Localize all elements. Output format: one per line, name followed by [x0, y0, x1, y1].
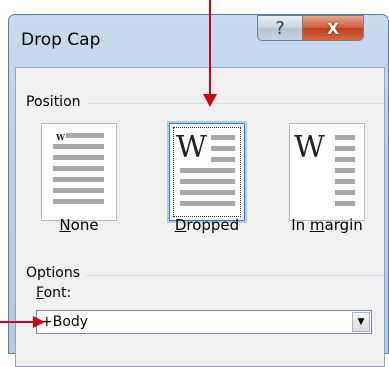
label-mnemonic: m	[309, 216, 325, 234]
label-mnemonic: N	[59, 216, 71, 234]
text-line	[53, 166, 104, 171]
dropped-sample-letter: W	[176, 130, 207, 165]
text-line	[180, 168, 235, 173]
font-label-rest: ont:	[43, 285, 72, 301]
drop-cap-dialog: Drop Cap ? X Position W W W None Dropped…	[8, 14, 389, 367]
dialog-title: Drop Cap	[21, 30, 101, 50]
position-in-margin-label[interactable]: In margin	[282, 216, 372, 234]
text-line	[53, 155, 104, 160]
font-label: Font:	[36, 285, 71, 301]
chevron-down-icon: ▼	[357, 317, 365, 327]
text-line	[53, 177, 104, 182]
help-icon: ?	[275, 17, 285, 39]
text-line	[211, 135, 235, 140]
help-button[interactable]: ?	[257, 15, 303, 41]
position-none-option[interactable]: W	[41, 123, 117, 221]
text-line	[66, 133, 104, 138]
font-dropdown-button[interactable]: ▼	[352, 312, 370, 332]
position-none-label[interactable]: None	[34, 216, 124, 234]
text-line	[335, 157, 355, 162]
font-label-mnemonic: F	[36, 285, 44, 301]
text-line	[211, 146, 235, 151]
position-in-margin-option[interactable]: W	[289, 123, 365, 221]
label-rest: argin	[324, 216, 363, 234]
text-line	[335, 201, 355, 206]
text-line	[180, 179, 235, 184]
text-line	[335, 168, 355, 173]
position-dropped-label[interactable]: Dropped	[162, 216, 252, 234]
text-line	[335, 179, 355, 184]
label-prefix: In	[291, 216, 310, 234]
label-rest: ropped	[186, 216, 240, 234]
text-line	[180, 201, 235, 206]
text-line	[180, 190, 235, 195]
position-dropped-option[interactable]: W	[169, 123, 245, 221]
text-line	[53, 199, 104, 204]
text-line	[335, 146, 355, 151]
label-mnemonic: D	[174, 216, 187, 234]
close-icon: X	[326, 18, 340, 38]
text-line	[211, 157, 235, 162]
in-margin-sample-letter: W	[294, 130, 325, 165]
text-line	[53, 144, 104, 149]
options-group-label: Options	[26, 265, 87, 281]
text-line	[335, 190, 355, 195]
position-group-label: Position	[26, 94, 87, 110]
text-line	[53, 188, 104, 193]
label-rest: one	[70, 216, 99, 234]
close-button[interactable]: X	[302, 15, 364, 41]
font-select[interactable]: +Body ▼	[36, 310, 372, 334]
none-sample-letter: W	[56, 132, 65, 142]
font-select-value: +Body	[41, 314, 89, 330]
text-line	[335, 135, 355, 140]
